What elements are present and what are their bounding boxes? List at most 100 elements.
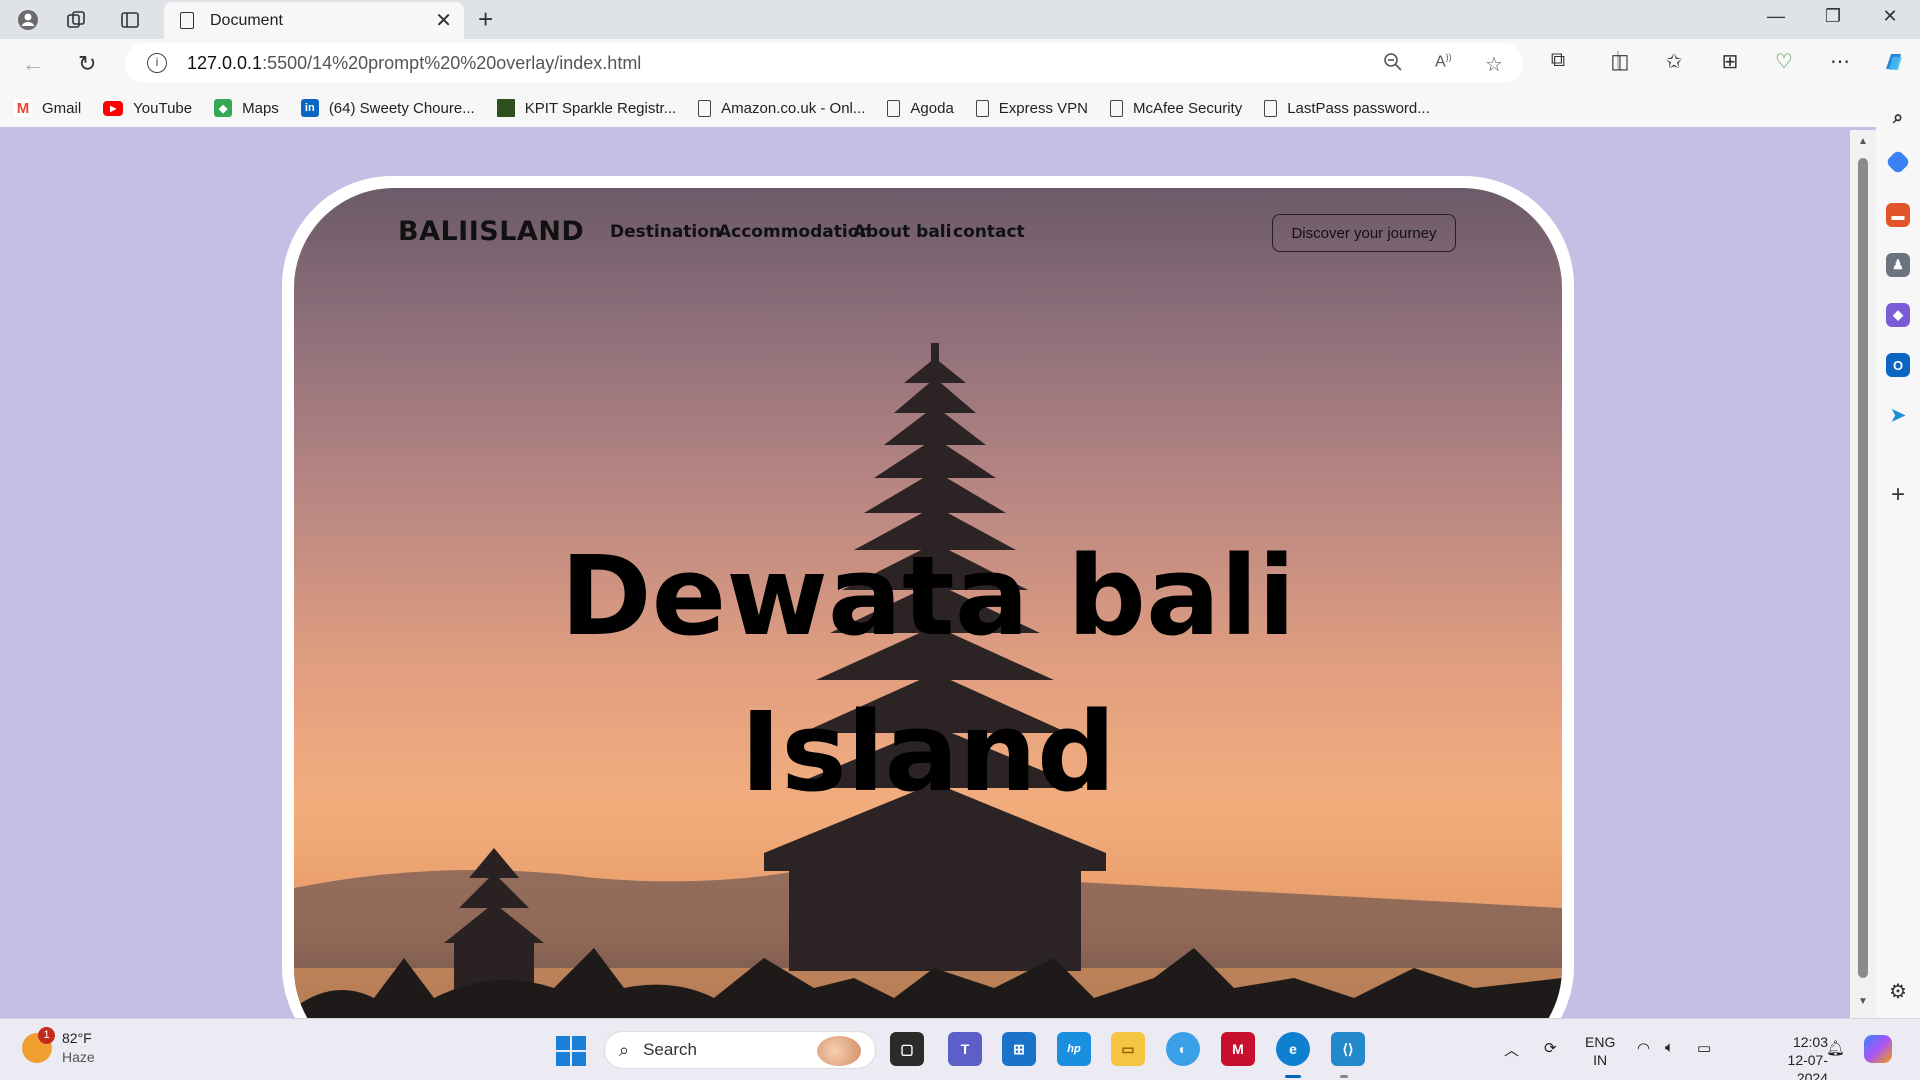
- copilot-preview-icon[interactable]: [1864, 1035, 1892, 1063]
- outlook-icon[interactable]: O: [1886, 353, 1910, 377]
- address-row: ← ↻ i 127.0.0.1:5500/14%20prompt%20%20ov…: [0, 39, 1920, 89]
- zoom-icon[interactable]: [1383, 52, 1403, 77]
- microsoft-365-icon[interactable]: ◆: [1886, 303, 1910, 327]
- workspaces-icon[interactable]: [64, 8, 88, 32]
- vscode-icon[interactable]: ⟨⟩: [1331, 1032, 1365, 1066]
- notifications-bell-icon[interactable]: 🔔︎: [1826, 1039, 1845, 1057]
- hero-headline: Dewata bali Island: [294, 518, 1562, 830]
- page-icon: [887, 99, 901, 117]
- headline-line-2: Island: [740, 688, 1116, 816]
- bookmark-express-vpn[interactable]: Express VPN: [975, 99, 1088, 117]
- wifi-icon[interactable]: ◠: [1637, 1039, 1650, 1057]
- page-scrollbar[interactable]: ▲ ▼: [1850, 130, 1876, 1018]
- address-bar[interactable]: i 127.0.0.1:5500/14%20prompt%20%20overla…: [125, 43, 1523, 83]
- start-button[interactable]: [556, 1036, 586, 1066]
- page-viewport: BALIISLAND Destination Accommodation Abo…: [4, 130, 1850, 1018]
- scrollbar-thumb[interactable]: [1858, 158, 1868, 978]
- browser-titlebar: Document ✕ + — ❐ ✕: [0, 0, 1920, 39]
- bookmark-linkedin[interactable]: in (64) Sweety Choure...: [300, 99, 475, 117]
- extensions-icon[interactable]: ⧉: [1544, 49, 1572, 72]
- copilot-icon[interactable]: [1880, 49, 1908, 81]
- nav-destination[interactable]: Destination: [610, 222, 721, 242]
- tools-icon[interactable]: ▬: [1886, 203, 1910, 227]
- search-placeholder: Search: [643, 1040, 697, 1059]
- search-icon[interactable]: ⌕: [1886, 105, 1910, 129]
- gmail-icon: M: [14, 99, 32, 117]
- bookmark-kpit[interactable]: KPIT Sparkle Registr...: [496, 99, 676, 117]
- nav-about-bali[interactable]: About bali: [853, 222, 951, 242]
- browser-tab[interactable]: Document ✕: [164, 2, 464, 39]
- bookmark-youtube[interactable]: ▶ YouTube: [103, 100, 192, 117]
- nav-accommodation[interactable]: Accommodation: [718, 222, 871, 242]
- back-button[interactable]: ←: [22, 51, 44, 77]
- edge-browser-icon[interactable]: e: [1276, 1032, 1310, 1066]
- teams-icon[interactable]: T: [948, 1032, 982, 1066]
- discover-journey-button[interactable]: Discover your journey: [1272, 214, 1456, 252]
- battery-icon[interactable]: ▭: [1697, 1039, 1711, 1057]
- collections-icon[interactable]: ⊞: [1716, 49, 1744, 74]
- notification-badge: 1: [38, 1027, 55, 1044]
- myhp-icon[interactable]: hp: [1057, 1032, 1091, 1066]
- bookmark-gmail[interactable]: M Gmail: [14, 99, 81, 117]
- refresh-button[interactable]: ↻: [78, 51, 96, 77]
- taskbar-search[interactable]: ⌕ Search: [604, 1031, 876, 1069]
- read-aloud-icon[interactable]: A)): [1435, 52, 1452, 71]
- bookmark-mcafee[interactable]: McAfee Security: [1109, 99, 1242, 117]
- linkedin-icon: in: [300, 99, 319, 117]
- bookmark-lastpass[interactable]: LastPass password...: [1264, 99, 1430, 117]
- nav-contact[interactable]: contact: [953, 222, 1025, 242]
- hero-section: BALIISLAND Destination Accommodation Abo…: [294, 188, 1562, 1018]
- bookmark-agoda[interactable]: Agoda: [887, 99, 954, 117]
- windows-taskbar: 1 82°F Haze ⌕ Search ▢ T ⊞ hp ▭ ◐ M e ⟨⟩…: [0, 1018, 1920, 1080]
- site-logo[interactable]: BALIISLAND: [398, 216, 584, 247]
- system-clock[interactable]: 12:03 12-07-2024: [1766, 1033, 1828, 1080]
- bookmark-maps[interactable]: ◆ Maps: [214, 99, 279, 117]
- sidebar-settings-gear-icon[interactable]: ⚙: [1886, 979, 1910, 1003]
- hero-card: BALIISLAND Destination Accommodation Abo…: [282, 176, 1574, 1018]
- restore-button[interactable]: ❐: [1813, 6, 1853, 27]
- profile-icon[interactable]: [16, 8, 40, 32]
- close-window-button[interactable]: ✕: [1870, 6, 1910, 27]
- weather-widget[interactable]: 1 82°F Haze: [22, 1027, 95, 1067]
- favorite-star-icon[interactable]: ☆: [1485, 52, 1503, 77]
- site-info-icon[interactable]: i: [147, 53, 167, 73]
- page-icon: [698, 99, 712, 117]
- page-icon: [1109, 99, 1123, 117]
- running-app-indicator: [1340, 1075, 1348, 1078]
- mcafee-icon[interactable]: M: [1221, 1032, 1255, 1066]
- weather-app-icon[interactable]: ◐: [1166, 1032, 1200, 1066]
- weather-condition: Haze: [62, 1049, 95, 1065]
- minimize-button[interactable]: —: [1756, 6, 1796, 27]
- new-tab-button[interactable]: +: [478, 4, 493, 35]
- url-text[interactable]: 127.0.0.1:5500/14%20prompt%20%20overlay/…: [187, 53, 641, 74]
- volume-icon[interactable]: 🔈︎: [1665, 1039, 1674, 1056]
- show-hidden-icons-chevron-icon[interactable]: ︿: [1504, 1039, 1519, 1060]
- file-explorer-icon[interactable]: ▭: [1111, 1032, 1145, 1066]
- tab-actions-icon[interactable]: [118, 8, 142, 32]
- maps-icon: ◆: [214, 99, 233, 117]
- microsoft-store-icon[interactable]: ⊞: [1002, 1032, 1036, 1066]
- browser-essentials-icon[interactable]: ♡: [1770, 49, 1798, 74]
- send-icon[interactable]: ➤: [1886, 403, 1910, 427]
- bookmarks-bar: M Gmail ▶ YouTube ◆ Maps in (64) Sweety …: [0, 89, 1920, 127]
- favorites-icon[interactable]: ✩: [1660, 49, 1688, 74]
- input-language[interactable]: ENG IN: [1585, 1033, 1615, 1069]
- close-tab-icon[interactable]: ✕: [435, 8, 452, 33]
- sync-icon[interactable]: ⟳: [1544, 1039, 1557, 1057]
- active-app-indicator: [1285, 1075, 1301, 1078]
- page-icon: [180, 12, 194, 29]
- shopping-tag-icon[interactable]: [1885, 149, 1911, 175]
- weather-temperature: 82°F: [62, 1030, 92, 1046]
- scroll-up-arrow-icon[interactable]: ▲: [1858, 136, 1868, 147]
- games-icon[interactable]: ♟: [1886, 253, 1910, 277]
- task-view-icon[interactable]: ▢: [890, 1032, 924, 1066]
- search-highlight-shell-icon: [817, 1036, 861, 1066]
- headline-line-1: Dewata bali: [560, 532, 1296, 660]
- more-options-icon[interactable]: ⋯: [1826, 49, 1854, 74]
- scroll-down-arrow-icon[interactable]: ▼: [1858, 996, 1868, 1007]
- split-screen-icon[interactable]: ◫: [1606, 49, 1634, 74]
- add-sidebar-app-icon[interactable]: +: [1886, 481, 1910, 508]
- kpit-icon: [496, 99, 515, 117]
- bookmark-amazon[interactable]: Amazon.co.uk - Onl...: [698, 99, 865, 117]
- search-icon: ⌕: [619, 1039, 630, 1060]
